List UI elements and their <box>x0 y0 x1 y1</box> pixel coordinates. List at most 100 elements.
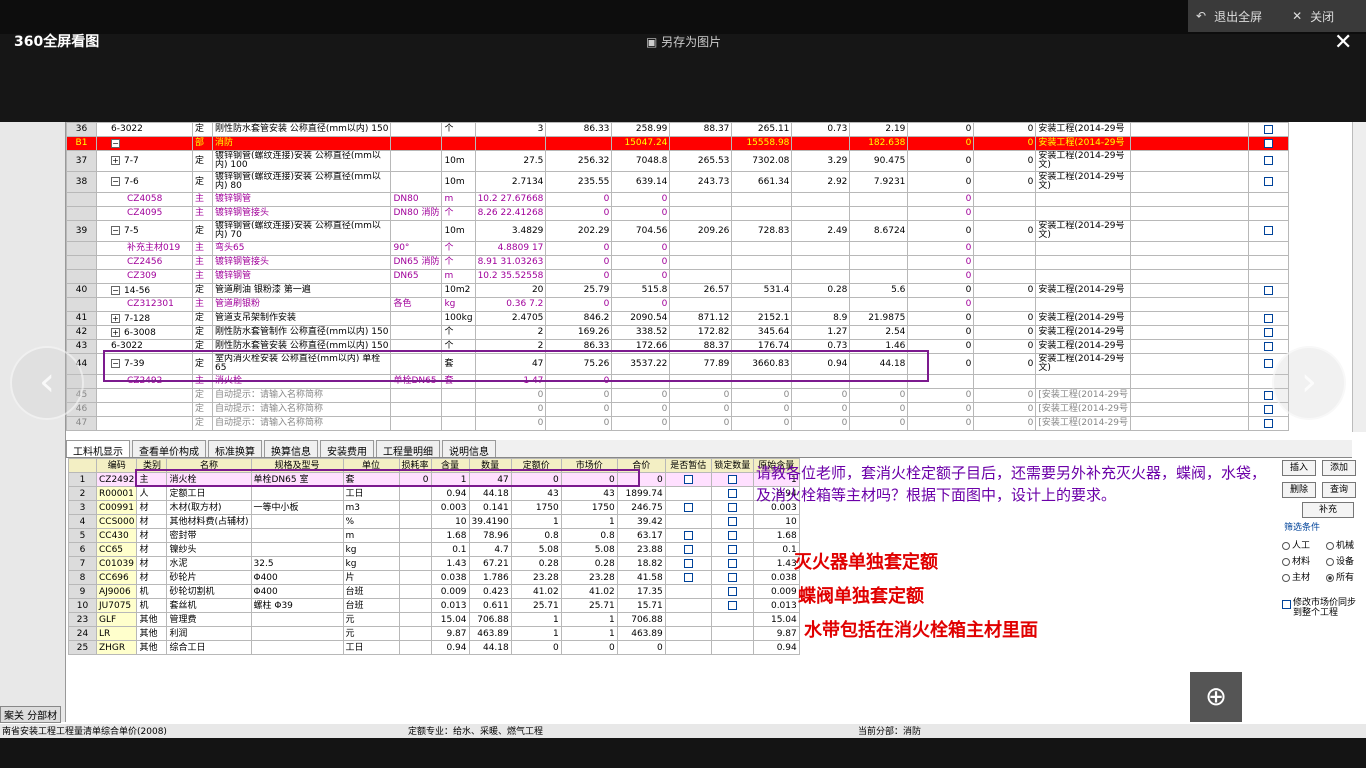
resource-row[interactable]: 7 C01039 材水泥 32.5 kg 1.43 67.21 0.28 0.28 18.82 1.… <box>68 556 800 571</box>
market-total[interactable]: 531.4 <box>731 283 793 298</box>
item-name[interactable]: 消防 <box>211 136 392 151</box>
unit-price[interactable]: 0 <box>545 206 613 221</box>
resource-cell[interactable]: 0.1 <box>752 542 800 557</box>
item-type[interactable]: 定 <box>192 220 213 242</box>
market-price[interactable] <box>669 206 733 221</box>
resource-cell[interactable]: 套丝机 <box>166 598 252 613</box>
col-a[interactable]: 0 <box>907 388 975 403</box>
item-type[interactable]: 主 <box>192 297 213 312</box>
item-spec[interactable] <box>390 311 443 326</box>
labor-unit[interactable]: 8.9 <box>791 311 851 326</box>
market-total[interactable]: 728.83 <box>731 220 793 242</box>
resource-cell[interactable] <box>710 570 754 585</box>
item-name[interactable]: 自动提示：请输入名称简称 <box>211 402 392 417</box>
resource-cell[interactable]: 定额工日 <box>166 486 252 501</box>
unit-price[interactable]: 846.2 <box>545 311 613 326</box>
resource-cell[interactable]: 元 <box>342 612 400 627</box>
resource-cell[interactable]: 78.96 <box>468 528 512 543</box>
resource-row[interactable]: 3 C00991 材木材(取方材) 一等中小板 m3 0.003 0.141 1750 1750… <box>68 500 800 515</box>
item-type[interactable]: 主 <box>192 192 213 207</box>
budget-row[interactable]: 46 定自动提示：请输入名称简称 0 0 0 0 0 0 0 0 0 [安装工程(2014-29号 <box>66 402 1290 417</box>
budget-row[interactable]: 补充主材019 主弯头65 90° 个 4.8809 17 0 0 0 <box>66 241 1290 256</box>
fee-standard[interactable]: [安装工程(2014-29号 <box>1035 416 1132 431</box>
blank[interactable] <box>1130 402 1250 417</box>
close-button[interactable]: 关闭 <box>1310 8 1334 25</box>
resource-cell[interactable]: 24 <box>68 626 97 641</box>
fee-standard[interactable]: 安装工程(2014-29号文) <box>1035 353 1132 375</box>
market-price[interactable] <box>669 241 733 256</box>
resource-cell[interactable]: 1 <box>68 472 97 487</box>
total-price[interactable]: 0 <box>611 255 671 270</box>
market-price[interactable]: 0 <box>669 402 733 417</box>
checkbox-icon[interactable] <box>683 474 693 484</box>
market-price[interactable]: 0 <box>669 416 733 431</box>
col-a[interactable]: 0 <box>907 255 975 270</box>
resource-cell[interactable]: R00001 <box>95 486 138 501</box>
col-b[interactable]: 0 <box>973 150 1037 172</box>
item-type[interactable]: 部 <box>192 136 213 151</box>
market-total[interactable]: 0 <box>731 402 793 417</box>
item-type[interactable]: 主 <box>192 206 213 221</box>
resource-cell[interactable]: 7 <box>68 556 97 571</box>
blank[interactable] <box>1130 297 1250 312</box>
labor-total[interactable]: 0 <box>849 416 909 431</box>
resource-cell[interactable]: 材 <box>136 556 168 571</box>
resource-cell[interactable]: 41.58 <box>616 570 666 585</box>
labor-total[interactable] <box>849 241 909 256</box>
total-price[interactable]: 7048.8 <box>611 150 671 172</box>
resource-cell[interactable]: 0.003 <box>430 500 470 515</box>
item-spec[interactable] <box>390 325 443 340</box>
tab-5[interactable]: 工程量明细 <box>376 440 440 458</box>
budget-row[interactable]: CZ4058 主镀锌钢管 DN80 m 10.2 27.67668 0 0 0 <box>66 192 1290 207</box>
resource-row[interactable]: 8 CC696 材砂轮片 Φ400 片 0.038 1.786 23.28 23.28 41.58… <box>68 570 800 585</box>
column-header[interactable]: 锁定数量 <box>710 458 754 473</box>
item-unit[interactable]: 10m <box>441 220 476 242</box>
fee-standard[interactable]: 安装工程(2014-29号 <box>1035 122 1132 137</box>
col-b[interactable] <box>973 297 1037 312</box>
resource-cell[interactable]: m3 <box>342 500 400 515</box>
resource-cell[interactable]: C01039 <box>95 556 138 571</box>
resource-cell[interactable]: 63.17 <box>616 528 666 543</box>
resource-cell[interactable] <box>398 486 432 501</box>
resource-cell[interactable]: 密封带 <box>166 528 252 543</box>
fee-standard[interactable] <box>1035 269 1132 284</box>
labor-unit[interactable]: 2.49 <box>791 220 851 242</box>
resource-cell[interactable]: 0.009 <box>430 584 470 599</box>
blank[interactable] <box>1130 388 1250 403</box>
market-total[interactable]: 2152.1 <box>731 311 793 326</box>
total-price[interactable]: 515.8 <box>611 283 671 298</box>
labor-total[interactable] <box>849 192 909 207</box>
resource-cell[interactable]: C00991 <box>95 500 138 515</box>
fee-standard[interactable]: 安装工程(2014-29号文) <box>1035 171 1132 193</box>
resource-cell[interactable] <box>250 514 344 529</box>
labor-unit[interactable]: 3.29 <box>791 150 851 172</box>
unit-price[interactable]: 0 <box>545 388 613 403</box>
item-quantity[interactable]: 10.2 35.52558 <box>474 269 547 284</box>
item-spec[interactable]: DN80 消防 <box>390 206 443 221</box>
row-number[interactable] <box>66 269 97 284</box>
resource-cell[interactable]: GLF <box>95 612 138 627</box>
market-total[interactable]: 265.11 <box>731 122 793 137</box>
market-price[interactable]: 0 <box>669 388 733 403</box>
resource-cell[interactable]: 39.4190 <box>468 514 512 529</box>
col-a[interactable]: 0 <box>907 220 975 242</box>
resource-cell[interactable]: 5.08 <box>560 542 618 557</box>
resource-cell[interactable]: 25 <box>68 640 97 655</box>
item-code[interactable]: CZ4058 <box>96 192 193 207</box>
resource-cell[interactable]: 0.94 <box>430 640 470 655</box>
checkbox-cell[interactable] <box>1248 255 1290 270</box>
blank[interactable] <box>1130 269 1250 284</box>
collapse-icon[interactable]: − <box>111 226 120 235</box>
resource-cell[interactable]: Φ400 <box>250 584 344 599</box>
col-a[interactable]: 0 <box>907 297 975 312</box>
resource-cell[interactable]: 机 <box>136 584 168 599</box>
item-spec[interactable]: 各色 <box>390 297 443 312</box>
resource-cell[interactable]: 8 <box>68 570 97 585</box>
labor-unit[interactable]: 0 <box>791 416 851 431</box>
checkbox-icon[interactable] <box>1264 285 1274 295</box>
checkbox-icon[interactable] <box>683 530 693 540</box>
item-name[interactable]: 刚性防水套管安装 公称直径(mm以内) 150 <box>211 122 392 137</box>
item-code[interactable]: −7-6 <box>96 171 193 193</box>
resource-cell[interactable]: 人 <box>136 486 168 501</box>
checkbox-icon[interactable] <box>683 502 693 512</box>
